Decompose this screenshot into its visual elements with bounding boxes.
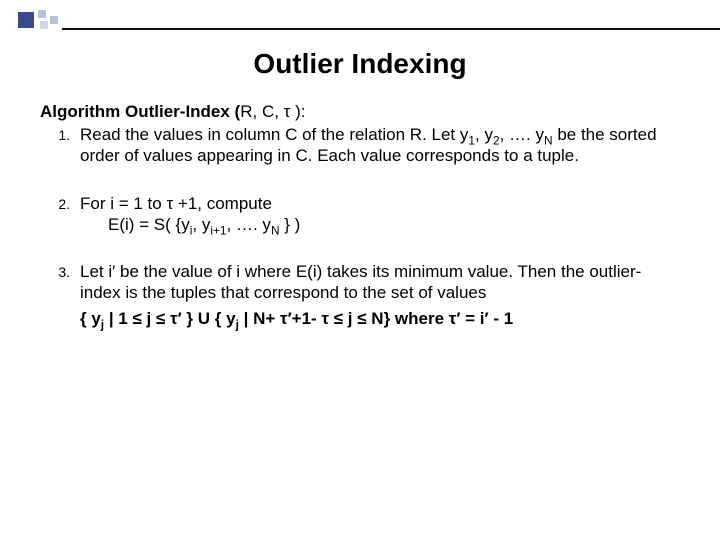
square-small	[50, 16, 58, 24]
step-text: Read the values in column C of the relat…	[80, 125, 468, 144]
algorithm-header: Algorithm Outlier-Index (R, C, τ ):	[40, 102, 680, 122]
formula-text: { y	[80, 309, 101, 328]
step-text: For i = 1 to τ +1, compute	[80, 194, 272, 213]
formula-text: | N+ τ′+1- τ ≤ j ≤ N} where τ′ = i′ - 1	[239, 309, 513, 328]
algorithm-steps: Read the values in column C of the relat…	[40, 124, 680, 329]
horizontal-rule	[62, 28, 720, 30]
algorithm-params: R, C, τ ):	[240, 102, 305, 121]
subscript: N	[271, 223, 280, 237]
step-formula: E(i) = S( {yi, yi+1, …. yN } )	[80, 214, 680, 235]
step-text: , …. y	[500, 125, 544, 144]
step-text: } )	[280, 215, 301, 234]
square-small	[38, 10, 46, 18]
outlier-set-formula: { yj | 1 ≤ j ≤ τ′ } U { yj | N+ τ′+1- τ …	[80, 308, 680, 329]
formula-text: | 1 ≤ j ≤ τ′ } U { y	[104, 309, 235, 328]
slide-title: Outlier Indexing	[40, 48, 680, 80]
step-text: , y	[192, 215, 210, 234]
step-text: , y	[475, 125, 493, 144]
subscript: i+1	[210, 223, 226, 237]
step-text: E(i) = S( {y	[108, 215, 190, 234]
step-3: Let i′ be the value of i where E(i) take…	[74, 261, 680, 329]
step-2: For i = 1 to τ +1, compute E(i) = S( {yi…	[74, 193, 680, 236]
slide-content: Outlier Indexing Algorithm Outlier-Index…	[40, 48, 680, 355]
square-large	[18, 12, 34, 28]
step-1: Read the values in column C of the relat…	[74, 124, 680, 167]
step-text: Let i′ be the value of i where E(i) take…	[80, 262, 641, 302]
step-text: , …. y	[227, 215, 271, 234]
corner-decoration	[0, 8, 720, 38]
algorithm-name: Algorithm Outlier-Index (	[40, 102, 240, 121]
square-small	[40, 21, 48, 29]
